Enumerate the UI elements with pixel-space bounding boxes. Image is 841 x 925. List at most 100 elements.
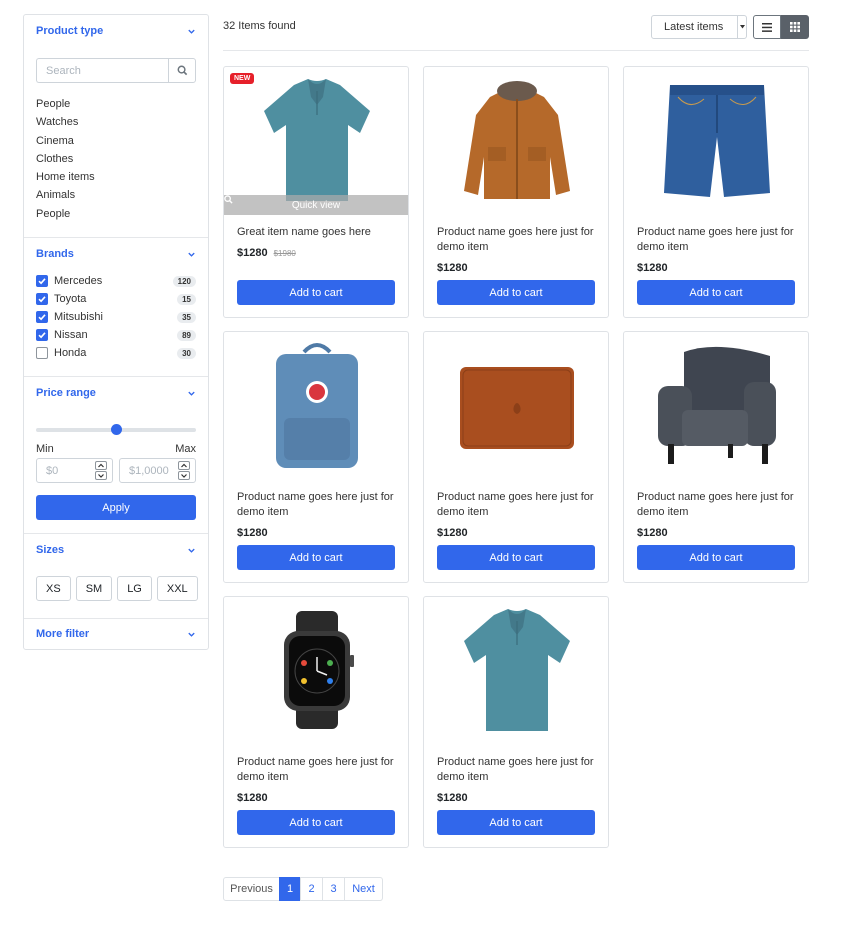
brand-checkbox[interactable] xyxy=(36,293,48,306)
size-option-sm[interactable]: SM xyxy=(75,576,113,602)
product-type-list: People Watches Cinema Clothes Home items… xyxy=(36,95,196,223)
product-title[interactable]: Product name goes here just for demo ite… xyxy=(237,490,396,520)
stepper-down-icon[interactable] xyxy=(178,471,190,481)
product-image[interactable] xyxy=(224,332,408,480)
product-card[interactable]: Product name goes here just for demo ite… xyxy=(423,331,609,583)
add-to-cart-button[interactable]: Add to cart xyxy=(437,545,595,570)
stepper-up-icon[interactable] xyxy=(95,461,107,471)
brand-checkbox[interactable] xyxy=(36,347,48,360)
product-price: $1280 xyxy=(437,262,468,274)
brand-option[interactable]: Nissan 89 xyxy=(36,326,196,344)
sort-select[interactable]: Latest items xyxy=(651,15,747,39)
quick-view-button[interactable]: Quick view xyxy=(224,195,408,215)
product-card[interactable]: Product name goes here just for demo ite… xyxy=(223,331,409,583)
add-to-cart-button[interactable]: Add to cart xyxy=(237,545,395,570)
product-title[interactable]: Product name goes here just for demo ite… xyxy=(637,490,796,520)
product-type-item[interactable]: Cinema xyxy=(36,132,196,150)
product-type-item[interactable]: Clothes xyxy=(36,150,196,168)
product-title[interactable]: Product name goes here just for demo ite… xyxy=(637,225,796,255)
pagination-previous[interactable]: Previous xyxy=(223,877,280,901)
min-price-stepper xyxy=(95,461,107,481)
product-type-item[interactable]: Animals xyxy=(36,186,196,204)
product-image[interactable] xyxy=(424,67,608,215)
product-type-item[interactable]: People xyxy=(36,95,196,113)
product-type-item[interactable]: People xyxy=(36,205,196,223)
price-range-header[interactable]: Price range xyxy=(24,377,208,409)
product-price-row: $1280 xyxy=(637,527,668,539)
size-option-xxl[interactable]: XXL xyxy=(156,576,198,602)
product-type-item[interactable]: Home items xyxy=(36,168,196,186)
chevron-down-icon xyxy=(188,632,195,637)
brands-section: Brands Mercedes 120 Toyota 15 Mitsubishi xyxy=(24,238,208,378)
product-type-title: Product type xyxy=(36,25,104,37)
product-card[interactable]: Product name goes here just for demo ite… xyxy=(623,66,809,318)
search-input[interactable] xyxy=(36,58,168,83)
product-image[interactable]: NEW Quick view xyxy=(224,67,408,215)
denim-shorts-icon xyxy=(664,85,770,197)
product-image[interactable] xyxy=(224,597,408,745)
product-title[interactable]: Product name goes here just for demo ite… xyxy=(237,755,396,785)
product-price-row: $1280 xyxy=(437,262,468,274)
product-title[interactable]: Product name goes here just for demo ite… xyxy=(437,490,596,520)
pagination-page-1[interactable]: 1 xyxy=(279,877,301,901)
chevron-down-icon xyxy=(188,29,195,34)
product-card[interactable]: Product name goes here just for demo ite… xyxy=(423,66,609,318)
more-filter-title: More filter xyxy=(36,628,90,641)
product-image[interactable] xyxy=(624,332,808,480)
size-option-lg[interactable]: LG xyxy=(117,576,152,602)
search-button[interactable] xyxy=(168,58,196,83)
product-card[interactable]: Product name goes here just for demo ite… xyxy=(223,596,409,848)
max-price-input[interactable] xyxy=(120,459,172,483)
stepper-up-icon[interactable] xyxy=(178,461,190,471)
list-view-button[interactable] xyxy=(753,15,781,39)
brand-list: Mercedes 120 Toyota 15 Mitsubishi 35 Nis… xyxy=(36,270,196,362)
product-card[interactable]: NEW Quick view Great item name goes here… xyxy=(223,66,409,318)
brand-option[interactable]: Mercedes 120 xyxy=(36,272,196,290)
brand-option[interactable]: Honda 30 xyxy=(36,344,196,362)
min-price-input[interactable] xyxy=(37,459,89,483)
brand-option[interactable]: Toyota 15 xyxy=(36,290,196,308)
grid-view-button[interactable] xyxy=(781,15,809,39)
price-slider[interactable] xyxy=(36,423,196,437)
toolbar-divider xyxy=(223,50,809,51)
product-title[interactable]: Great item name goes here xyxy=(237,225,396,240)
brand-checkbox[interactable] xyxy=(36,275,48,288)
sizes-header[interactable]: Sizes xyxy=(24,534,208,566)
pagination-page-3[interactable]: 3 xyxy=(322,877,345,901)
product-type-header[interactable]: Product type xyxy=(24,15,208,47)
product-price-row: $1280 xyxy=(237,527,268,539)
product-image[interactable] xyxy=(424,332,608,480)
product-card[interactable]: Product name goes here just for demo ite… xyxy=(623,331,809,583)
product-card[interactable]: Product name goes here just for demo ite… xyxy=(423,596,609,848)
add-to-cart-button[interactable]: Add to cart xyxy=(237,810,395,835)
apply-button[interactable]: Apply xyxy=(36,495,196,521)
add-to-cart-button[interactable]: Add to cart xyxy=(437,280,595,305)
brand-count-badge: 89 xyxy=(177,329,196,341)
add-to-cart-button[interactable]: Add to cart xyxy=(237,280,395,305)
product-type-item[interactable]: Watches xyxy=(36,113,196,131)
add-to-cart-button[interactable]: Add to cart xyxy=(637,280,795,305)
add-to-cart-button[interactable]: Add to cart xyxy=(437,810,595,835)
brand-checkbox[interactable] xyxy=(36,329,48,342)
brands-header[interactable]: Brands xyxy=(24,238,208,270)
product-title[interactable]: Product name goes here just for demo ite… xyxy=(437,755,596,785)
product-image[interactable] xyxy=(624,67,808,215)
add-to-cart-button[interactable]: Add to cart xyxy=(637,545,795,570)
product-image[interactable] xyxy=(424,597,608,745)
size-option-xs[interactable]: XS xyxy=(36,576,71,602)
brand-count-badge: 30 xyxy=(177,347,196,359)
product-title[interactable]: Product name goes here just for demo ite… xyxy=(437,225,596,255)
slider-thumb[interactable] xyxy=(111,424,122,436)
product-price: $1280 xyxy=(637,262,668,274)
brand-option[interactable]: Mitsubishi 35 xyxy=(36,308,196,326)
more-filter-header[interactable]: More filter xyxy=(24,619,208,649)
product-price: $1280 xyxy=(637,527,668,539)
pagination-next[interactable]: Next xyxy=(344,877,383,901)
brand-count-badge: 35 xyxy=(177,311,196,323)
stepper-down-icon[interactable] xyxy=(95,471,107,481)
check-icon xyxy=(38,278,46,285)
sort-select-value: Latest items xyxy=(664,21,724,33)
view-toggle xyxy=(753,15,809,39)
pagination-page-2[interactable]: 2 xyxy=(300,877,323,901)
brand-checkbox[interactable] xyxy=(36,311,48,324)
